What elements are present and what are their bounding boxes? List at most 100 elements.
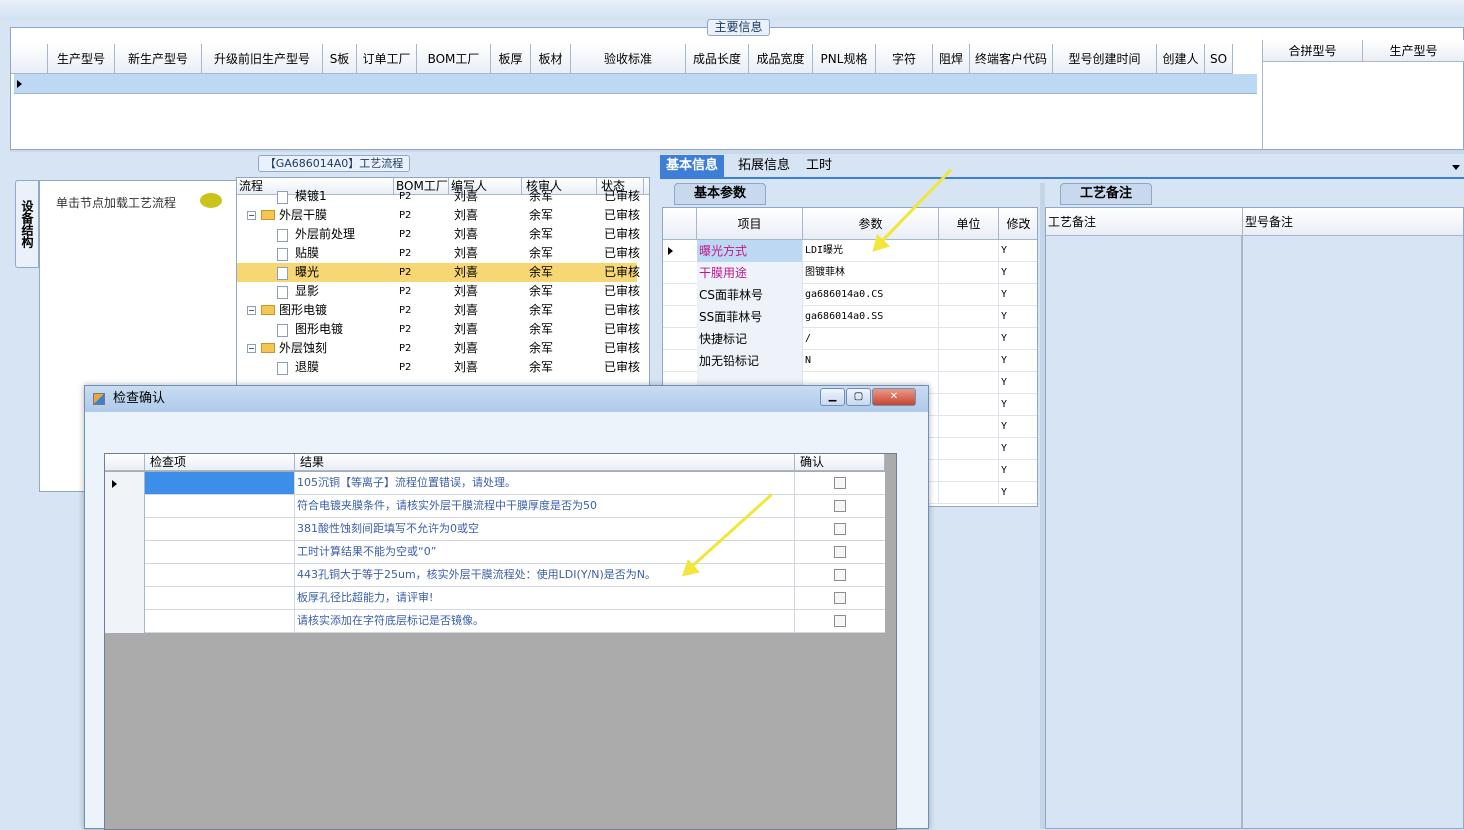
check-col-header[interactable]: 检查项: [145, 454, 295, 471]
tree-row[interactable]: − 外层干膜 P2 刘喜 余军 已审核: [237, 206, 640, 225]
remark-col-header[interactable]: 工艺备注: [1046, 208, 1243, 236]
main-col-header[interactable]: 板材: [531, 44, 571, 74]
tree-node-label: 曝光: [295, 265, 320, 279]
tree-row[interactable]: 退膜 P2 刘喜 余军 已审核: [237, 358, 640, 377]
load-hint-label[interactable]: 单击节点加载工艺流程: [56, 194, 176, 211]
tree-row[interactable]: 曝光 P2 刘喜 余军 已审核: [237, 263, 640, 282]
tree-row[interactable]: 图形电镀 P2 刘喜 余军 已审核: [237, 320, 640, 339]
main-col-header[interactable]: 新生产型号: [115, 44, 202, 74]
main-col-header[interactable]: 成品宽度: [749, 44, 813, 74]
check-item-cell[interactable]: [145, 472, 295, 494]
check-col-header[interactable]: 结果: [295, 454, 795, 471]
tree-row[interactable]: 显影 P2 刘喜 余军 已审核: [237, 282, 640, 301]
main-col-header[interactable]: 终端客户代码: [970, 44, 1053, 74]
param-value[interactable]: N: [803, 350, 939, 372]
document-icon: [277, 362, 288, 375]
confirm-checkbox[interactable]: [834, 477, 846, 489]
check-item-cell[interactable]: [145, 541, 295, 563]
expand-toggle-icon[interactable]: −: [247, 344, 256, 353]
main-col-header[interactable]: SO: [1205, 44, 1233, 74]
tab-0[interactable]: 基本信息: [660, 155, 725, 177]
confirm-checkbox[interactable]: [834, 546, 846, 558]
check-item-cell[interactable]: [145, 518, 295, 540]
main-col-header[interactable]: 升级前旧生产型号: [202, 44, 323, 74]
process-remark-textarea[interactable]: [1046, 236, 1243, 828]
minimize-button[interactable]: ▁: [820, 388, 845, 406]
param-row[interactable]: 干膜用途 图镀菲林 Y: [663, 262, 1037, 284]
param-row[interactable]: 快捷标记 / Y: [663, 328, 1037, 350]
param-value[interactable]: 图镀菲林: [803, 262, 939, 284]
check-row[interactable]: 请核实添加在字符底层标记是否镜像。: [105, 610, 885, 633]
param-value[interactable]: ga686014a0.SS: [803, 306, 939, 328]
param-col-header[interactable]: 单位: [939, 208, 999, 240]
check-row[interactable]: 443孔铜大于等于25um，核实外层干膜流程处：使用LDI(Y/N)是否为N。: [105, 564, 885, 587]
tree-row[interactable]: − 图形电镀 P2 刘喜 余军 已审核: [237, 301, 640, 320]
document-icon: [277, 229, 288, 242]
main-col-header[interactable]: PNL规格: [813, 44, 876, 74]
param-row[interactable]: SS面菲林号 ga686014a0.SS Y: [663, 306, 1037, 328]
check-row[interactable]: 105沉铜【等离子】流程位置错误，请处理。: [105, 472, 885, 495]
main-col-header[interactable]: BOM工厂: [417, 44, 491, 74]
tree-reviewer: 余军: [529, 189, 554, 203]
folder-icon: [261, 343, 275, 353]
confirm-checkbox[interactable]: [834, 523, 846, 535]
confirm-checkbox[interactable]: [834, 500, 846, 512]
param-value[interactable]: /: [803, 328, 939, 350]
check-col-header[interactable]: 确认: [795, 454, 885, 471]
check-row[interactable]: 381酸性蚀刻间距填写不允许为0或空: [105, 518, 885, 541]
param-col-header[interactable]: 项目: [697, 208, 803, 240]
dialog-title: 检查确认: [113, 391, 166, 406]
main-col-header[interactable]: S板: [323, 44, 357, 74]
tab-dropdown-icon[interactable]: [1452, 165, 1460, 170]
remark-col-header[interactable]: 型号备注: [1243, 208, 1463, 236]
param-col-header[interactable]: 参数: [803, 208, 939, 240]
main-col-header[interactable]: 验收标准: [571, 44, 686, 74]
merge-model-panel: 合拼型号 生产型号: [1262, 40, 1464, 150]
expand-toggle-icon[interactable]: −: [247, 306, 256, 315]
main-col-header[interactable]: 字符: [876, 44, 933, 74]
main-col-header[interactable]: 阻焊: [933, 44, 970, 74]
folder-icon: [261, 210, 275, 220]
main-col-header[interactable]: 板厚: [491, 44, 531, 74]
param-row[interactable]: CS面菲林号 ga686014a0.CS Y: [663, 284, 1037, 306]
merge-col-header[interactable]: 生产型号: [1363, 40, 1464, 62]
dialog-titlebar[interactable]: 检查确认: [85, 386, 928, 412]
main-col-header[interactable]: 创建人: [1157, 44, 1205, 74]
main-header-corner: [11, 44, 48, 74]
confirm-checkbox[interactable]: [834, 615, 846, 627]
basic-params-subtab[interactable]: 基本参数: [674, 183, 766, 205]
param-row[interactable]: 曝光方式 LDI曝光 Y: [663, 240, 1037, 262]
tree-row[interactable]: 贴膜 P2 刘喜 余军 已审核: [237, 244, 640, 263]
tab-2[interactable]: 工时: [800, 155, 838, 177]
check-item-cell[interactable]: [145, 610, 295, 632]
check-item-cell[interactable]: [145, 564, 295, 586]
check-row[interactable]: 工时计算结果不能为空或“0”: [105, 541, 885, 564]
param-value[interactable]: ga686014a0.CS: [803, 284, 939, 306]
expand-toggle-icon[interactable]: −: [247, 211, 256, 220]
param-col-header[interactable]: 修改: [999, 208, 1037, 240]
confirm-checkbox[interactable]: [834, 592, 846, 604]
check-row[interactable]: 板厚孔径比超能力，请评审!: [105, 587, 885, 610]
tree-row[interactable]: − 外层蚀刻 P2 刘喜 余军 已审核: [237, 339, 640, 358]
maximize-button[interactable]: ▢: [846, 388, 871, 406]
main-col-header[interactable]: 成品长度: [686, 44, 749, 74]
main-info-selected-row[interactable]: [14, 74, 1257, 94]
tab-1[interactable]: 拓展信息: [732, 155, 796, 177]
main-col-header[interactable]: 订单工厂: [357, 44, 417, 74]
check-result: 符合电镀夹膜条件，请核实外层干膜流程中干膜厚度是否为50: [295, 495, 795, 517]
main-col-header[interactable]: 型号创建时间: [1053, 44, 1157, 74]
tree-node-label: 显影: [295, 284, 320, 298]
remark-tab[interactable]: 工艺备注: [1060, 183, 1152, 205]
tree-row[interactable]: 模镀1 P2 刘喜 余军 已审核: [237, 187, 640, 206]
param-row[interactable]: 加无铅标记 N Y: [663, 350, 1037, 372]
merge-col-header[interactable]: 合拼型号: [1263, 40, 1363, 62]
main-col-header[interactable]: 生产型号: [48, 44, 115, 74]
side-tab-equipment[interactable]: 设备结构: [15, 180, 39, 268]
tree-row[interactable]: 外层前处理 P2 刘喜 余军 已审核: [237, 225, 640, 244]
check-item-cell[interactable]: [145, 495, 295, 517]
close-button[interactable]: ✕: [872, 388, 916, 406]
check-item-cell[interactable]: [145, 587, 295, 609]
confirm-checkbox[interactable]: [834, 569, 846, 581]
tree-bom: P2: [399, 229, 412, 240]
tree-writer: 刘喜: [454, 265, 479, 279]
